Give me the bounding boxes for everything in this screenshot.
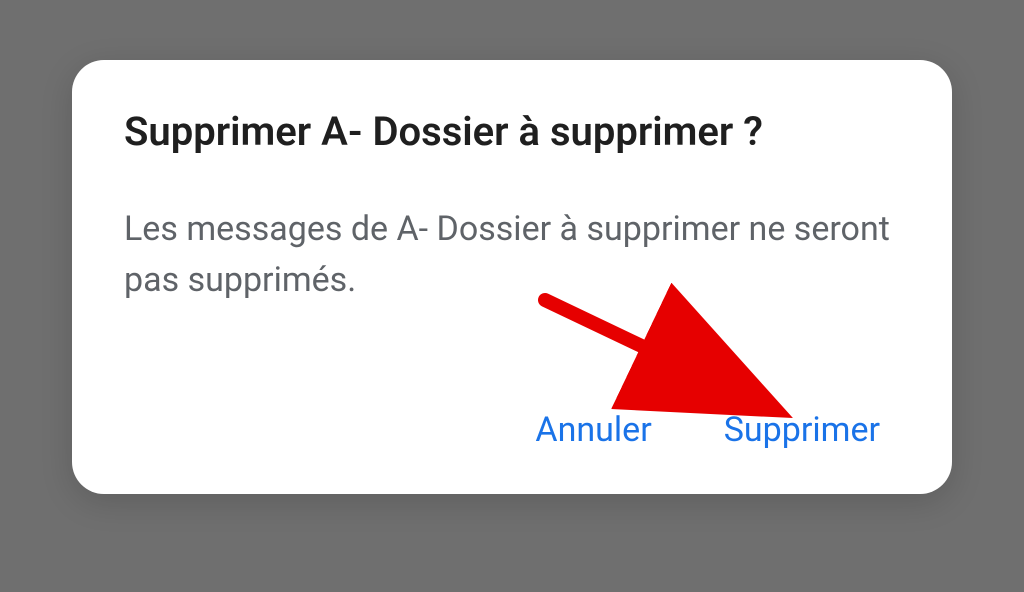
dialog-body-text: Les messages de A- Dossier à supprimer n…	[124, 204, 900, 306]
dialog-title: Supprimer A- Dossier à supprimer ?	[124, 108, 900, 156]
delete-button[interactable]: Supprimer	[716, 406, 888, 454]
cancel-button[interactable]: Annuler	[527, 406, 659, 454]
delete-confirmation-dialog: Supprimer A- Dossier à supprimer ? Les m…	[72, 60, 952, 494]
dialog-actions: Annuler Supprimer	[124, 406, 900, 454]
